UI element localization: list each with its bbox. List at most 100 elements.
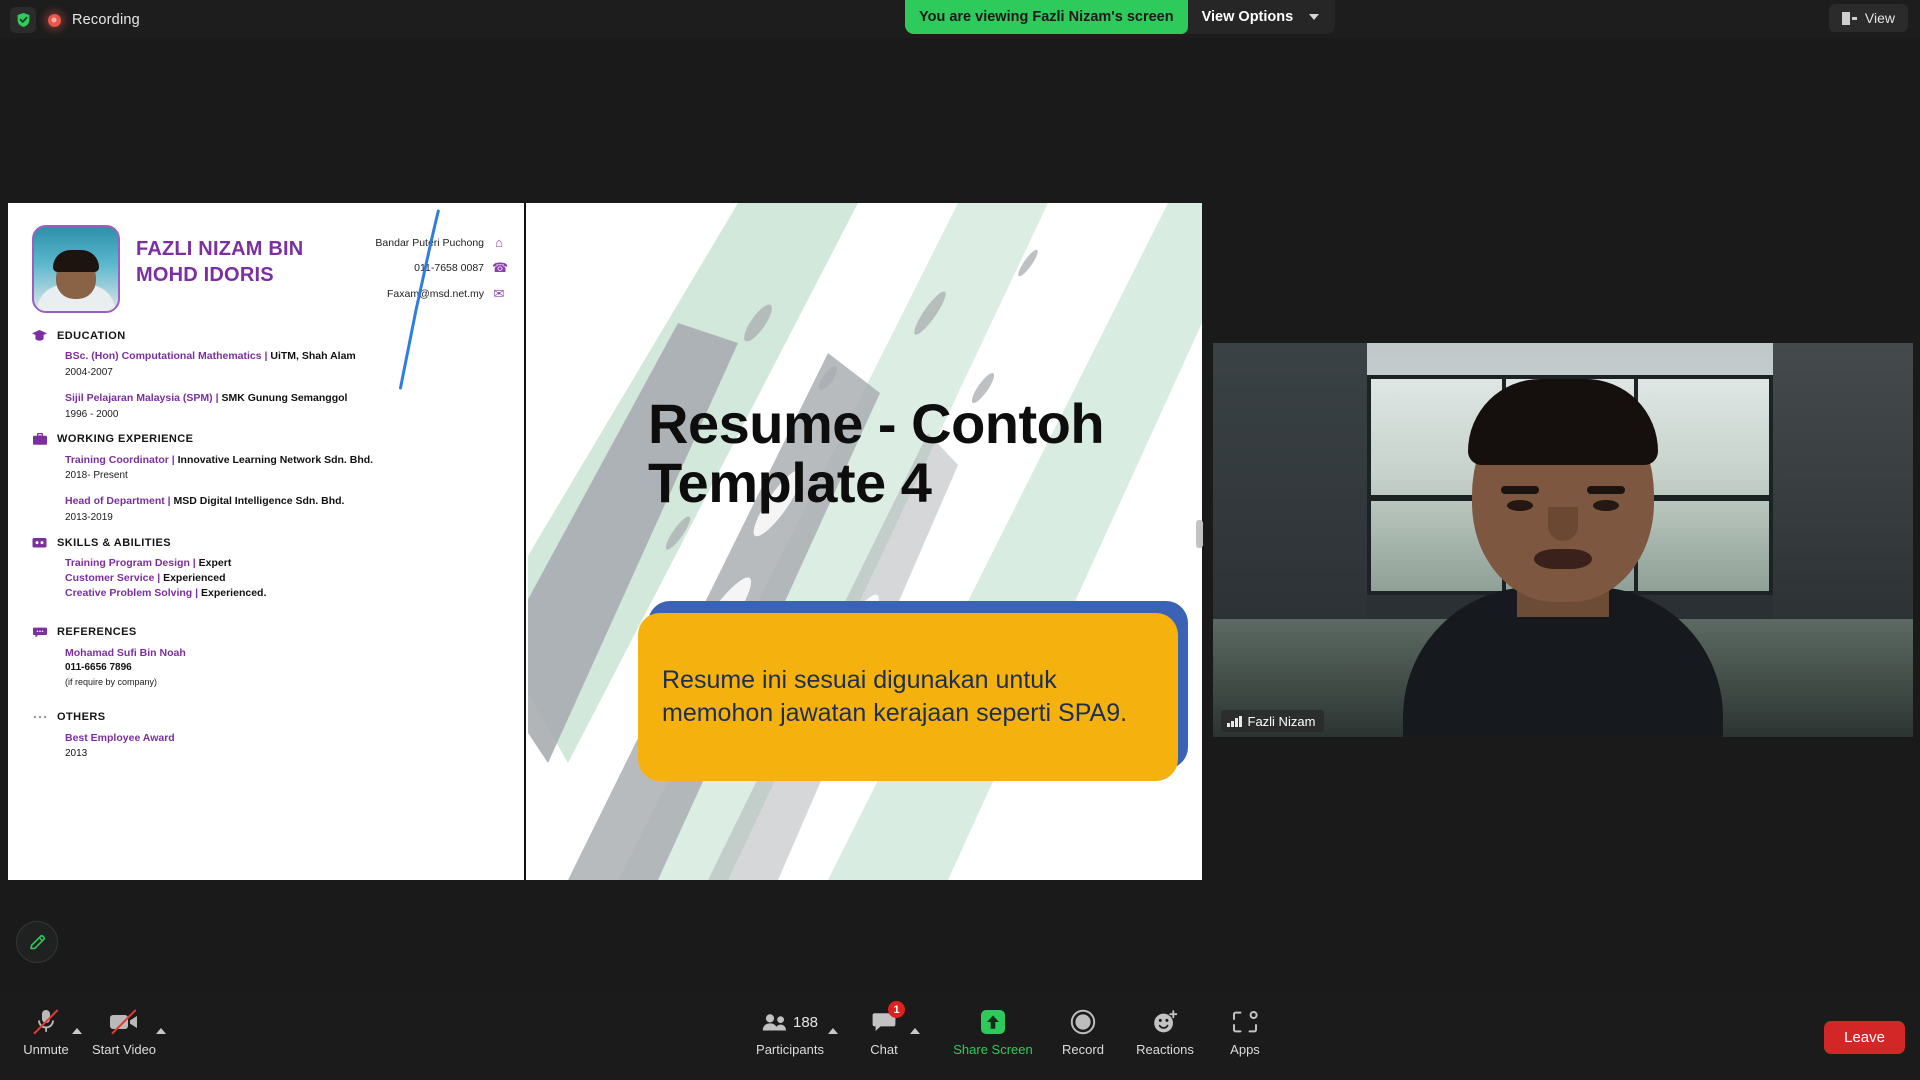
- experience-entry: Training Coordinator | Innovative Learni…: [32, 453, 506, 485]
- section-title: SKILLS & ABILITIES: [57, 536, 172, 549]
- section-header: EDUCATION: [32, 329, 506, 342]
- entry-org: UiTM, Shah Alam: [270, 350, 356, 362]
- share-screen-up-arrow-icon: [980, 1006, 1006, 1038]
- reference-note: (if require by company): [65, 676, 158, 687]
- resume-section-references: REFERENCES Mohamad Sufi Bin Noah 011-665…: [32, 626, 506, 689]
- resume-section-education: EDUCATION BSc. (Hon) Computational Mathe…: [32, 329, 506, 423]
- toolbar-label: Record: [1062, 1042, 1104, 1057]
- skill-level: Expert: [198, 557, 232, 569]
- record-circle-icon: [1070, 1006, 1096, 1038]
- skill-name: Training Program Design: [65, 557, 190, 569]
- pencil-icon: [29, 934, 45, 949]
- contact-row-phone: 011-7658 0087 ☎: [375, 260, 509, 276]
- chevron-down-icon: [1309, 14, 1320, 20]
- experience-entry: Head of Department | MSD Digital Intelli…: [32, 494, 506, 526]
- entry-org: MSD Digital Intelligence Sdn. Bhd.: [173, 495, 345, 508]
- video-person: [1398, 379, 1728, 737]
- toolbar-record-button[interactable]: Record: [1037, 1006, 1129, 1057]
- toolbar-label: Chat: [870, 1042, 898, 1057]
- toolbar-participants-button[interactable]: 188 Participants: [744, 1006, 838, 1057]
- annotate-pencil-button[interactable]: [16, 921, 58, 963]
- slide-callout-box: Resume ini sesuai digunakan untuk memoho…: [638, 613, 1178, 781]
- security-shield-icon[interactable]: [10, 7, 36, 33]
- briefcase-icon: [32, 433, 47, 446]
- graduation-cap-icon: [32, 329, 47, 342]
- skill-name: Creative Problem Solving: [65, 587, 193, 600]
- toolbar-label: Share Screen: [953, 1042, 1033, 1057]
- entry-org: SMK Gunung Semanggol: [221, 391, 348, 404]
- participants-options-caret[interactable]: [828, 1028, 838, 1034]
- resume-body: EDUCATION BSc. (Hon) Computational Mathe…: [8, 319, 524, 761]
- toolbar-share-screen-button[interactable]: Share Screen: [947, 1006, 1039, 1057]
- phone-icon: ☎: [492, 260, 509, 275]
- meeting-toolbar: Unmute Start Video 188 Participants 1 Ch…: [0, 994, 1920, 1080]
- toolbar-start-video-button[interactable]: Start Video: [78, 1006, 170, 1057]
- section-title: EDUCATION: [57, 329, 126, 342]
- entry-org: Innovative Learning Network Sdn. Bhd.: [177, 453, 374, 466]
- award-name: Best Employee Award: [65, 731, 175, 744]
- participant-name-label: Fazli Nizam: [1221, 710, 1325, 732]
- apps-frame-icon: [1232, 1006, 1258, 1038]
- toolbar-label: Start Video: [91, 1042, 157, 1057]
- view-layout-button[interactable]: View: [1828, 4, 1908, 32]
- leave-meeting-button[interactable]: Leave: [1824, 1021, 1905, 1054]
- view-options-button[interactable]: View Options: [1188, 0, 1336, 34]
- viewing-banner-group: You are viewing Fazli Nizam's screen Vie…: [905, 0, 1336, 34]
- slide-title-line-1: Resume - Contoh: [648, 392, 1105, 455]
- participant-video-tile[interactable]: Fazli Nizam: [1213, 343, 1913, 737]
- skill-level: Experienced: [163, 572, 226, 585]
- chat-unread-badge: 1: [888, 1001, 905, 1018]
- participant-name-text: Fazli Nizam: [1247, 713, 1316, 729]
- resume-section-skills: SKILLS & ABILITIES Training Program Desi…: [32, 536, 506, 602]
- award-year: 2013: [65, 747, 88, 759]
- chat-options-caret[interactable]: [910, 1028, 920, 1034]
- slide-title-line-2: Template 4: [648, 450, 932, 514]
- ellipsis-icon: [32, 711, 47, 724]
- resume-contact-list: Bandar Puteri Puchong ⌂ 011-7658 0087 ☎ …: [375, 225, 509, 313]
- layout-view-icon: [1841, 11, 1857, 25]
- reactions-smiley-icon: [1152, 1006, 1179, 1038]
- toolbar-chat-button[interactable]: 1 Chat: [838, 1001, 930, 1057]
- view-button-label: View: [1864, 10, 1895, 26]
- skill-level: Experienced.: [201, 587, 267, 600]
- reference-phone: 011-6656 7896: [65, 662, 132, 674]
- toolbar-label: Participants: [756, 1042, 824, 1057]
- contact-row-address: Bandar Puteri Puchong ⌂: [375, 235, 506, 250]
- entry-role: BSc. (Hon) Computational Mathematics: [65, 350, 262, 362]
- resume-photo: [32, 225, 120, 313]
- skill-name: Customer Service: [65, 572, 155, 585]
- toolbar-reactions-button[interactable]: Reactions: [1119, 1006, 1211, 1057]
- callout-text: Resume ini sesuai digunakan untuk memoho…: [662, 665, 1128, 727]
- shared-slide: Resume - Contoh Template 4 Resume ini se…: [528, 203, 1202, 880]
- signal-bars-icon: [1227, 715, 1242, 727]
- slide-title: Resume - Contoh Template 4: [648, 392, 1202, 514]
- resume-header: FAZLI NIZAM BIN MOHD IDORIS Bandar Puter…: [8, 203, 524, 319]
- recording-label: Recording: [72, 12, 140, 28]
- skill-item: Creative Problem Solving | Experienced.: [65, 587, 267, 600]
- shared-resume-document: FAZLI NIZAM BIN MOHD IDORIS Bandar Puter…: [8, 203, 526, 880]
- shared-screen-area[interactable]: FAZLI NIZAM BIN MOHD IDORIS Bandar Puter…: [8, 203, 1202, 880]
- toolbar-apps-button[interactable]: Apps: [1199, 1006, 1291, 1057]
- zoom-meeting-window: Recording You are viewing Fazli Nizam's …: [0, 0, 1920, 1080]
- recording-dot-icon: [46, 12, 62, 28]
- entry-role: Head of Department: [65, 495, 165, 508]
- participants-icon: 188: [762, 1006, 818, 1038]
- entry-role: Sijil Pelajaran Malaysia (SPM): [65, 391, 213, 404]
- reference-name: Mohamad Sufi Bin Noah: [65, 646, 186, 659]
- video-options-caret[interactable]: [156, 1028, 166, 1034]
- home-icon: ⌂: [495, 235, 503, 250]
- reference-entry: Mohamad Sufi Bin Noah 011-6656 7896 (if …: [32, 646, 506, 689]
- section-header: WORKING EXPERIENCE: [32, 433, 506, 446]
- section-header: REFERENCES: [32, 626, 506, 639]
- section-title: OTHERS: [57, 711, 106, 724]
- section-header: SKILLS & ABILITIES: [32, 536, 506, 549]
- viewing-screen-banner: You are viewing Fazli Nizam's screen: [905, 0, 1188, 34]
- others-entry: Best Employee Award 2013: [32, 731, 506, 761]
- contact-phone-text: 011-7658 0087: [414, 262, 484, 274]
- education-entry: BSc. (Hon) Computational Mathematics | U…: [32, 349, 506, 381]
- entry-dates: 1996 - 2000: [65, 408, 119, 420]
- toolbar-label: Apps: [1230, 1042, 1260, 1057]
- share-resize-handle[interactable]: [1196, 520, 1203, 548]
- view-options-label: View Options: [1201, 9, 1294, 25]
- participants-count: 188: [792, 1013, 819, 1031]
